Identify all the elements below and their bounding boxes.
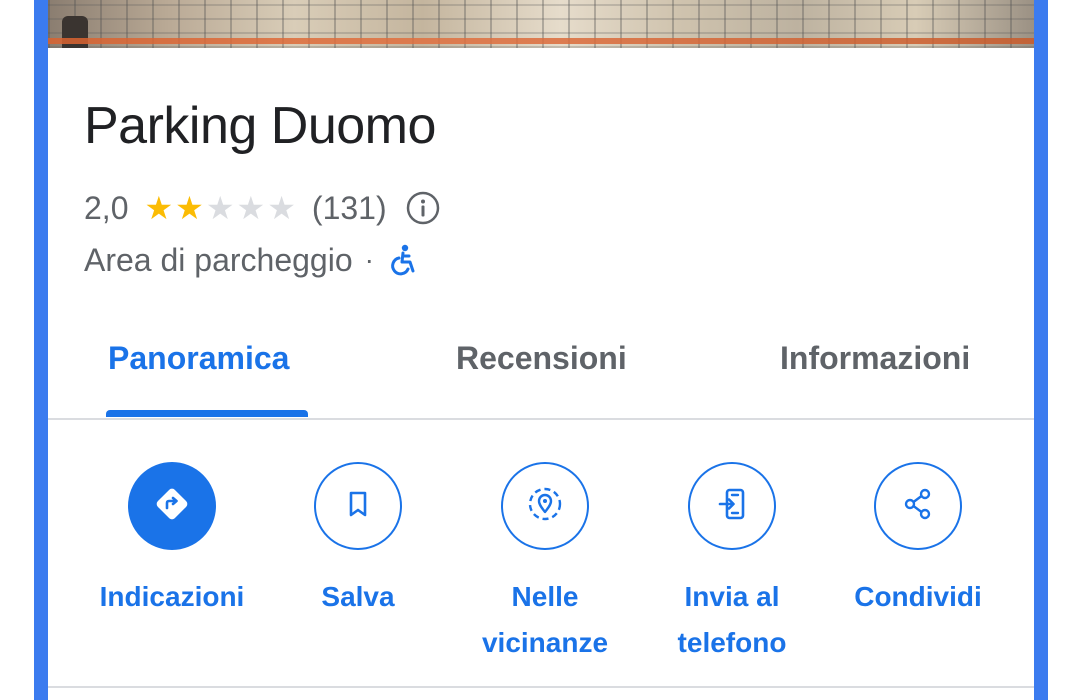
directions-label: Indicazioni bbox=[99, 581, 245, 612]
send-to-phone-button-circle[interactable] bbox=[688, 462, 776, 550]
category-row: Area di parcheggio · bbox=[84, 238, 420, 282]
star-empty-icon: ★ bbox=[205, 190, 235, 226]
tab-panoramica[interactable]: Panoramica bbox=[108, 340, 289, 377]
directions-icon bbox=[152, 484, 192, 529]
action-buttons: Indicazioni Salva Nelle vicinanze Invia … bbox=[48, 460, 1034, 670]
directions-button[interactable]: Indicazioni bbox=[77, 460, 267, 620]
rating-value: 2,0 bbox=[84, 189, 129, 226]
nearby-button[interactable]: Nelle vicinanze bbox=[450, 460, 640, 666]
directions-button-circle[interactable] bbox=[128, 462, 216, 550]
tab-recensioni[interactable]: Recensioni bbox=[456, 340, 627, 377]
highlight-frame-right bbox=[1034, 0, 1048, 700]
separator-dot: · bbox=[364, 244, 374, 275]
star-empty-icon: ★ bbox=[267, 190, 296, 226]
bookmark-icon bbox=[338, 484, 378, 529]
star-rating: ★ ★ ★ ★ ★ bbox=[144, 192, 297, 224]
star-filled-icon: ★ bbox=[144, 190, 174, 226]
place-card: Parking Duomo 2,0 ★ ★ ★ ★ ★ (131) Area d… bbox=[48, 0, 1034, 700]
save-label: Salva bbox=[321, 581, 395, 612]
highlight-frame-left bbox=[34, 0, 48, 700]
wheelchair-icon[interactable] bbox=[386, 243, 420, 277]
send-to-phone-icon bbox=[712, 484, 752, 529]
tab-informazioni[interactable]: Informazioni bbox=[780, 340, 970, 377]
star-empty-icon: ★ bbox=[236, 190, 266, 226]
share-button-circle[interactable] bbox=[874, 462, 962, 550]
share-button[interactable]: Condividi bbox=[823, 460, 1013, 620]
send-to-phone-label: Invia al telefono bbox=[677, 581, 787, 658]
review-count[interactable]: (131) bbox=[312, 190, 387, 227]
active-tab-indicator bbox=[106, 410, 308, 417]
outer-margin-right bbox=[1048, 0, 1080, 700]
save-button-circle[interactable] bbox=[314, 462, 402, 550]
tab-bar: Panoramica Recensioni Informazioni bbox=[48, 330, 1034, 420]
nearby-label: Nelle vicinanze bbox=[481, 581, 609, 658]
share-icon bbox=[898, 484, 938, 529]
nearby-button-circle[interactable] bbox=[501, 462, 589, 550]
rating-row: 2,0 ★ ★ ★ ★ ★ (131) bbox=[84, 188, 441, 228]
nearby-icon bbox=[524, 483, 566, 530]
place-category: Area di parcheggio bbox=[84, 241, 353, 278]
share-label: Condividi bbox=[854, 581, 982, 612]
section-divider bbox=[48, 686, 1034, 688]
tabs-divider bbox=[48, 418, 1034, 420]
info-icon[interactable] bbox=[405, 190, 441, 226]
star-filled-icon: ★ bbox=[175, 190, 204, 226]
outer-margin-left bbox=[0, 0, 34, 700]
save-button[interactable]: Salva bbox=[263, 460, 453, 620]
photo-detail bbox=[48, 38, 1034, 44]
place-title: Parking Duomo bbox=[84, 97, 436, 155]
send-to-phone-button[interactable]: Invia al telefono bbox=[637, 460, 827, 666]
place-photo[interactable] bbox=[48, 0, 1034, 48]
